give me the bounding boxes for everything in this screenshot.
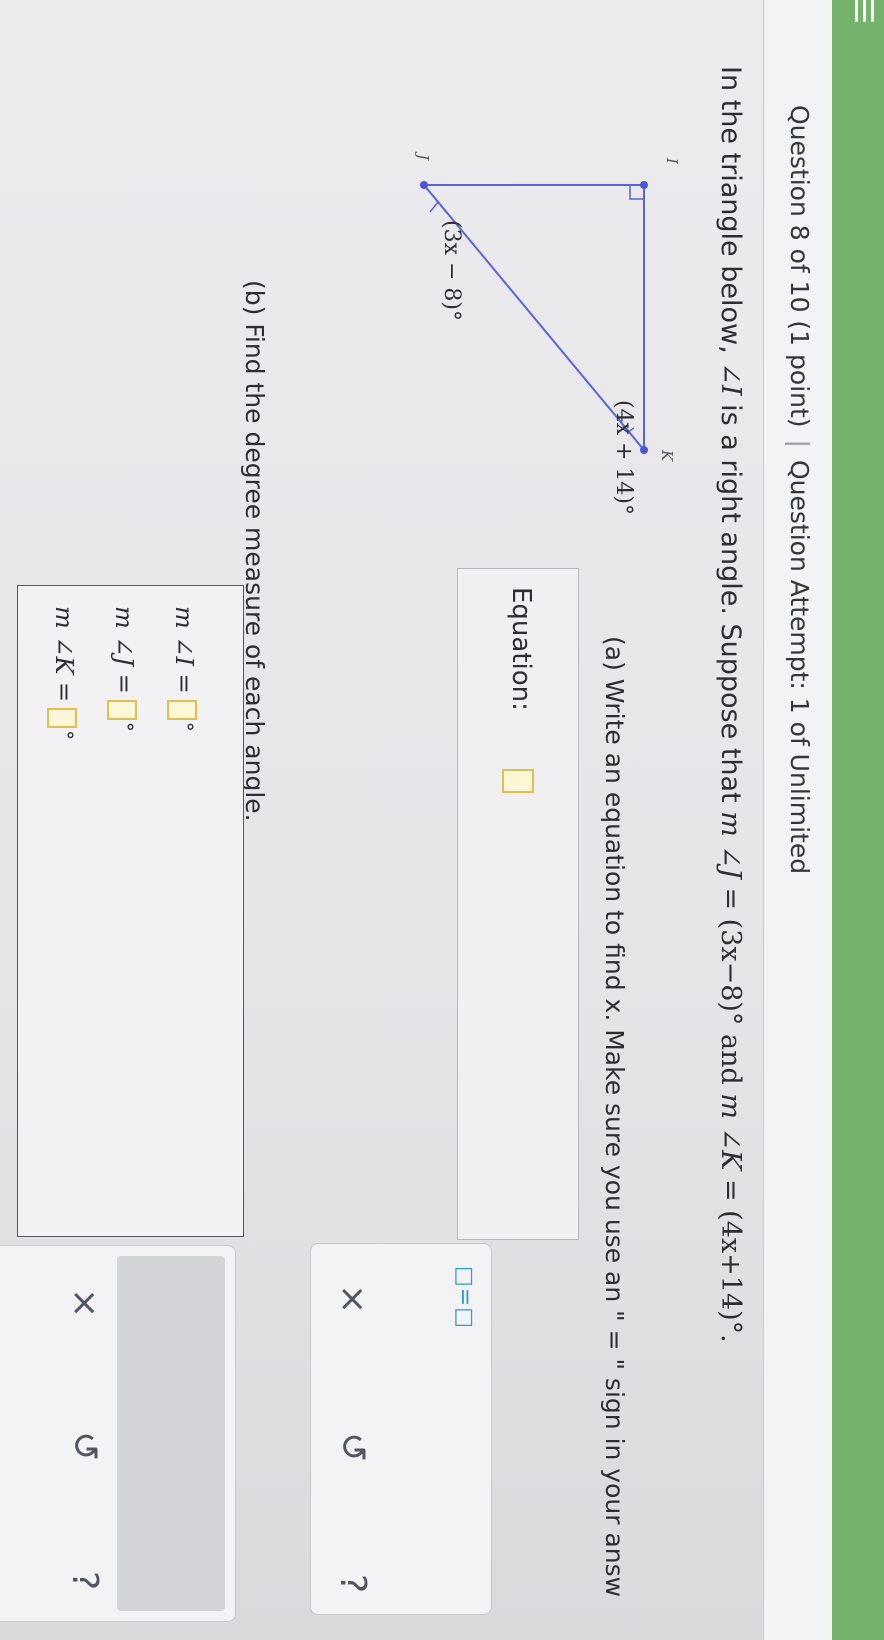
page: Question 8 of 10 (1 point) | Question Atte…	[0, 0, 884, 1640]
help-icon[interactable]: ?	[332, 1574, 373, 1593]
help-icon[interactable]: ?	[64, 1571, 105, 1590]
angle-toolbar: × ↺ ?	[0, 1245, 236, 1622]
vertex-j-point	[420, 181, 428, 189]
part-b-prompt: (b) Find the degree measure of each angl…	[240, 280, 269, 822]
angle-k-row-label: m ∠K =	[50, 606, 78, 703]
angle-j-arc	[429, 200, 447, 213]
angle-k-label: (4x + 14)°	[611, 400, 636, 515]
angle-j-input[interactable]	[107, 699, 138, 720]
degree-symbol: °	[54, 730, 78, 741]
angle-i-row-label: m ∠I =	[170, 606, 198, 694]
menu-icon[interactable]	[852, 0, 876, 22]
top-bar	[832, 0, 884, 1640]
equation-answer-box: Equation:	[457, 568, 579, 1240]
equation-label: Equation:	[506, 587, 536, 711]
equals-template-button[interactable]: □=□	[452, 1266, 477, 1329]
header-separator: |	[785, 439, 814, 448]
undo-icon[interactable]: ↺	[64, 1431, 105, 1461]
vertex-j-label: J	[414, 154, 432, 161]
angle-k-row: m ∠K = °	[47, 606, 78, 741]
degree-symbol: °	[174, 721, 198, 732]
question-header: Question 8 of 10 (1 point) | Question Atte…	[763, 0, 832, 1640]
clear-icon[interactable]: ×	[64, 1288, 105, 1318]
vertex-i-point	[640, 181, 648, 189]
angle-i-ref: ∠I	[715, 362, 746, 396]
question-title: Question 8 of 10 (1 point) | Question Atte…	[785, 105, 814, 874]
angle-i-input[interactable]	[167, 699, 198, 720]
toolbar-strip	[117, 1256, 225, 1611]
attempt-counter: Question Attempt: 1 of Unlimited	[785, 459, 814, 875]
vertex-i-label: I	[663, 158, 681, 164]
angle-k-expression: = (4x+14)°.	[715, 1170, 746, 1343]
angle-j-ref: m ∠J	[715, 811, 746, 879]
angle-k-input[interactable]	[47, 708, 78, 729]
undo-icon[interactable]: ↺	[332, 1432, 373, 1462]
angle-j-label: (3x − 8)°	[439, 220, 464, 321]
part-a-prompt: (a) Write an equation to find x. Make su…	[600, 636, 629, 1598]
degree-symbol: °	[114, 721, 138, 732]
angle-j-row: m ∠J = °	[107, 606, 138, 732]
problem-statement: In the triangle below, ∠I is a right ang…	[715, 66, 746, 1343]
vertex-k-point	[640, 446, 648, 454]
angle-j-expression: = (3x−8)° and	[715, 878, 746, 1094]
angle-i-row: m ∠I = °	[167, 606, 198, 732]
angle-answer-box: m ∠I = ° m ∠J = ° m ∠K = °	[17, 585, 244, 1237]
equation-input[interactable]	[502, 769, 534, 793]
vertex-k-label: K	[658, 450, 676, 462]
angle-k-ref: m ∠K	[715, 1093, 746, 1171]
clear-icon[interactable]: ×	[332, 1284, 373, 1314]
question-number: Question 8 of 10 (1 point)	[785, 105, 814, 428]
equation-toolbar: □=□ × ↺ ?	[310, 1243, 492, 1615]
angle-j-row-label: m ∠J =	[110, 606, 138, 694]
triangle-figure: I K J (3x − 8)° (4x + 14)°	[394, 150, 694, 515]
